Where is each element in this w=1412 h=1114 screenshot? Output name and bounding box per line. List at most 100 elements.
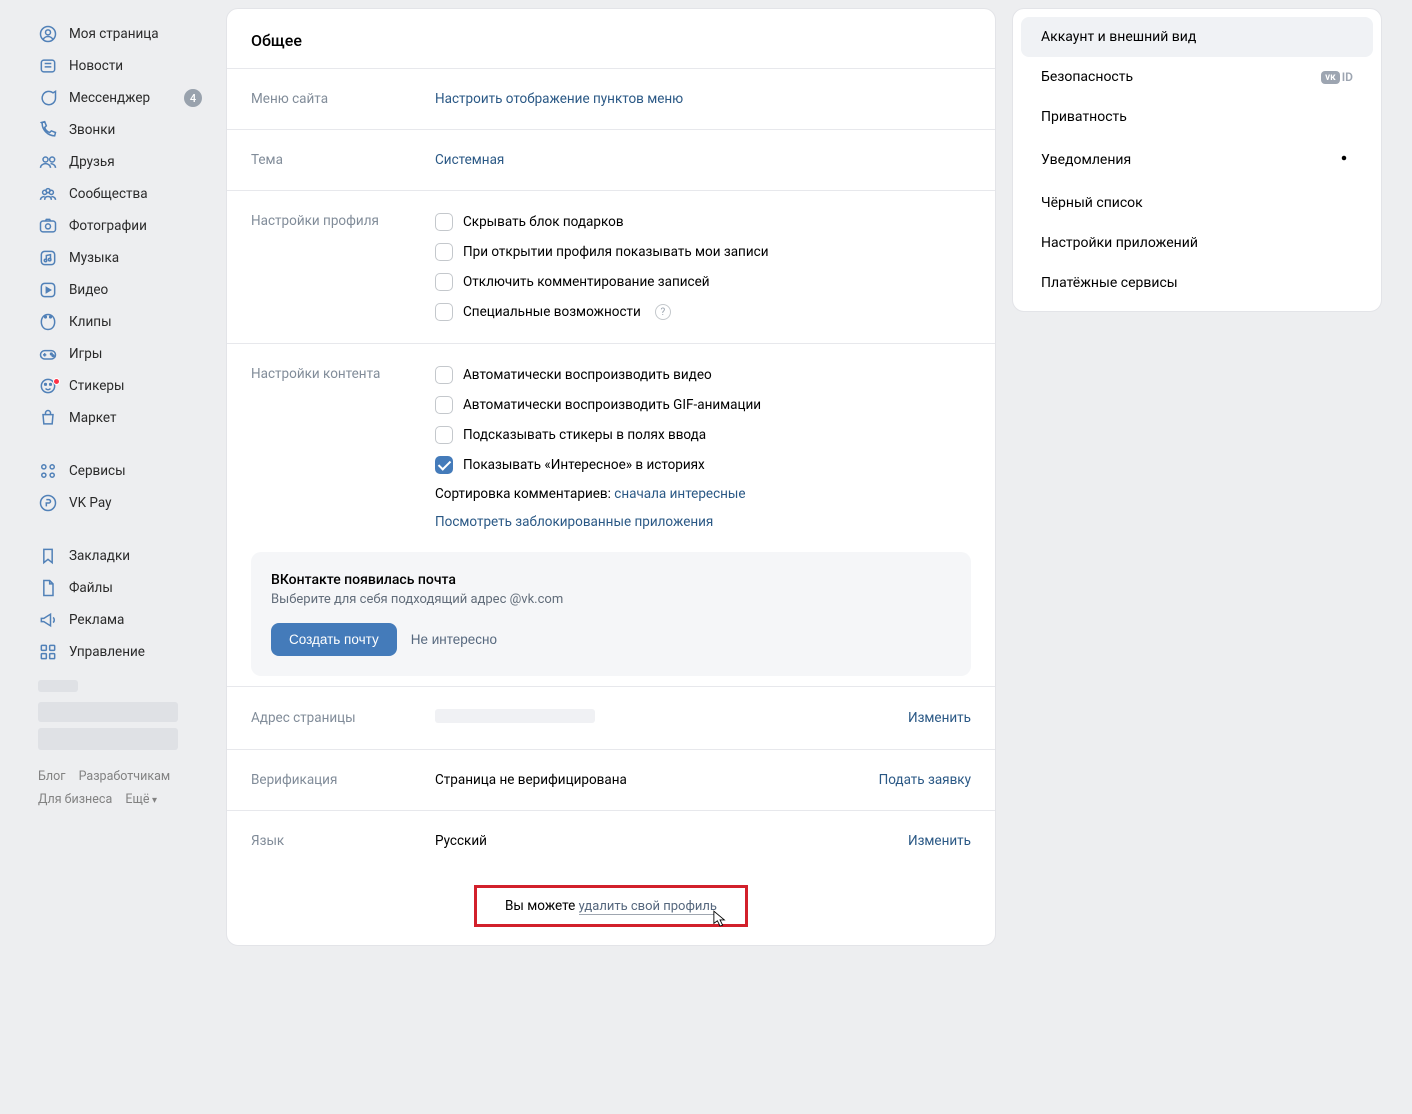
nav-label: Сервисы bbox=[69, 463, 126, 479]
nav-item-manage[interactable]: Управление bbox=[30, 636, 210, 668]
profile-opt-checkbox-2[interactable] bbox=[435, 273, 453, 291]
nav-label: Новости bbox=[69, 58, 123, 74]
nav-item-bookmark[interactable]: Закладки bbox=[30, 540, 210, 572]
tab-1[interactable]: Безопасность vкID bbox=[1021, 57, 1373, 97]
nav-item-users[interactable]: Друзья bbox=[30, 146, 210, 178]
tab-label: Безопасность bbox=[1041, 69, 1133, 85]
cursor-icon bbox=[713, 910, 727, 928]
content-opt-label-2: Подсказывать стикеры в полях ввода bbox=[463, 427, 706, 443]
configure-site-menu-link[interactable]: Настроить отображение пунктов меню bbox=[435, 91, 683, 107]
verification-label: Верификация bbox=[251, 772, 419, 788]
theme-value[interactable]: Системная bbox=[435, 152, 504, 168]
nav-label: Фотографии bbox=[69, 218, 147, 234]
gear-icon[interactable] bbox=[1335, 149, 1353, 171]
photo-icon bbox=[38, 216, 58, 236]
profile-opt-label-0: Скрывать блок подарков bbox=[463, 214, 624, 230]
market-icon bbox=[38, 408, 58, 428]
nav-item-video[interactable]: Видео bbox=[30, 274, 210, 306]
tab-0[interactable]: Аккаунт и внешний вид bbox=[1021, 17, 1373, 57]
footer-blog[interactable]: Блог bbox=[38, 769, 65, 784]
tab-label: Уведомления bbox=[1041, 152, 1131, 168]
tab-4[interactable]: Чёрный список bbox=[1021, 183, 1373, 223]
ads-icon bbox=[38, 610, 58, 630]
tab-label: Настройки приложений bbox=[1041, 235, 1198, 251]
create-mail-button[interactable]: Создать почту bbox=[271, 623, 397, 656]
blocked-apps-link[interactable]: Посмотреть заблокированные приложения bbox=[435, 514, 713, 530]
nav-item-services[interactable]: Сервисы bbox=[30, 455, 210, 487]
settings-tabs: Аккаунт и внешний вид Безопасность vкID При… bbox=[1012, 8, 1382, 312]
user-circle-icon bbox=[38, 24, 58, 44]
users-icon bbox=[38, 152, 58, 172]
pay-icon bbox=[38, 493, 58, 513]
tab-3[interactable]: Уведомления bbox=[1021, 137, 1373, 183]
nav-item-market[interactable]: Маркет bbox=[30, 402, 210, 434]
profile-opt-checkbox-1[interactable] bbox=[435, 243, 453, 261]
comment-sort-label: Сортировка комментариев: bbox=[435, 486, 614, 502]
page-title: Общее bbox=[227, 9, 995, 68]
nav-label: Управление bbox=[69, 644, 145, 660]
change-address-link[interactable]: Изменить bbox=[908, 710, 971, 726]
tab-2[interactable]: Приватность bbox=[1021, 97, 1373, 137]
nav-footer: Блог Разработчикам Для бизнеса Ещё bbox=[30, 756, 210, 821]
nav-item-clips[interactable]: Клипы bbox=[30, 306, 210, 338]
change-language-link[interactable]: Изменить bbox=[908, 833, 971, 849]
nav-item-sticker[interactable]: Стикеры bbox=[30, 370, 210, 402]
tab-6[interactable]: Платёжные сервисы bbox=[1021, 263, 1373, 303]
bookmark-icon bbox=[38, 546, 58, 566]
nav-label: VK Pay bbox=[69, 495, 112, 511]
group-icon bbox=[38, 184, 58, 204]
tab-label: Платёжные сервисы bbox=[1041, 275, 1178, 291]
nav-item-group[interactable]: Сообщества bbox=[30, 178, 210, 210]
nav-item-pay[interactable]: VK Pay bbox=[30, 487, 210, 519]
content-opt-checkbox-3[interactable] bbox=[435, 456, 453, 474]
footer-biz[interactable]: Для бизнеса bbox=[38, 792, 112, 807]
content-opt-checkbox-1[interactable] bbox=[435, 396, 453, 414]
profile-settings-label: Настройки профиля bbox=[251, 213, 419, 321]
nav-item-phone[interactable]: Звонки bbox=[30, 114, 210, 146]
video-icon bbox=[38, 280, 58, 300]
mail-title: ВКонтакте появилась почта bbox=[271, 572, 951, 588]
delete-profile-highlight: Вы можете удалить свой профиль bbox=[474, 885, 748, 927]
file-icon bbox=[38, 578, 58, 598]
nav-placeholder bbox=[38, 680, 202, 692]
nav-item-chat[interactable]: Мессенджер4 bbox=[30, 82, 210, 114]
nav-label: Друзья bbox=[69, 154, 115, 170]
vkid-badge: vкID bbox=[1321, 70, 1353, 84]
sticker-icon bbox=[38, 376, 58, 396]
nav-item-game[interactable]: Игры bbox=[30, 338, 210, 370]
footer-more[interactable]: Ещё bbox=[125, 792, 157, 807]
content-opt-label-1: Автоматически воспроизводить GIF-анимаци… bbox=[463, 397, 761, 413]
profile-opt-label-3: Специальные возможности bbox=[463, 304, 641, 320]
verification-value: Страница не верифицирована bbox=[435, 772, 863, 788]
content-opt-checkbox-0[interactable] bbox=[435, 366, 453, 384]
tab-label: Чёрный список bbox=[1041, 195, 1143, 211]
submit-verification-link[interactable]: Подать заявку bbox=[879, 772, 971, 788]
nav-item-newspaper[interactable]: Новости bbox=[30, 50, 210, 82]
nav-label: Закладки bbox=[69, 548, 130, 564]
nav-item-ads[interactable]: Реклама bbox=[30, 604, 210, 636]
content-opt-checkbox-2[interactable] bbox=[435, 426, 453, 444]
mail-desc: Выберите для себя подходящий адрес @vk.c… bbox=[271, 592, 951, 607]
profile-opt-checkbox-0[interactable] bbox=[435, 213, 453, 231]
footer-dev[interactable]: Разработчикам bbox=[79, 769, 171, 784]
delete-profile-link[interactable]: удалить свой профиль bbox=[579, 899, 717, 915]
nav-item-user-circle[interactable]: Моя страница bbox=[30, 18, 210, 50]
nav-item-file[interactable]: Файлы bbox=[30, 572, 210, 604]
nav-label: Сообщества bbox=[69, 186, 148, 202]
clips-icon bbox=[38, 312, 58, 332]
nav-item-photo[interactable]: Фотографии bbox=[30, 210, 210, 242]
nav-label: Маркет bbox=[69, 410, 116, 426]
nav-badge: 4 bbox=[184, 89, 202, 107]
nav-item-music[interactable]: Музыка bbox=[30, 242, 210, 274]
help-icon[interactable]: ? bbox=[655, 304, 671, 320]
nav-label: Видео bbox=[69, 282, 108, 298]
manage-icon bbox=[38, 642, 58, 662]
comment-sort-value[interactable]: сначала интересные bbox=[614, 486, 745, 502]
tab-label: Аккаунт и внешний вид bbox=[1041, 29, 1196, 45]
dismiss-mail-button[interactable]: Не интересно bbox=[411, 632, 497, 647]
music-icon bbox=[38, 248, 58, 268]
nav-label: Файлы bbox=[69, 580, 113, 596]
tab-5[interactable]: Настройки приложений bbox=[1021, 223, 1373, 263]
profile-opt-label-1: При открытии профиля показывать мои запи… bbox=[463, 244, 769, 260]
profile-opt-checkbox-3[interactable] bbox=[435, 303, 453, 321]
